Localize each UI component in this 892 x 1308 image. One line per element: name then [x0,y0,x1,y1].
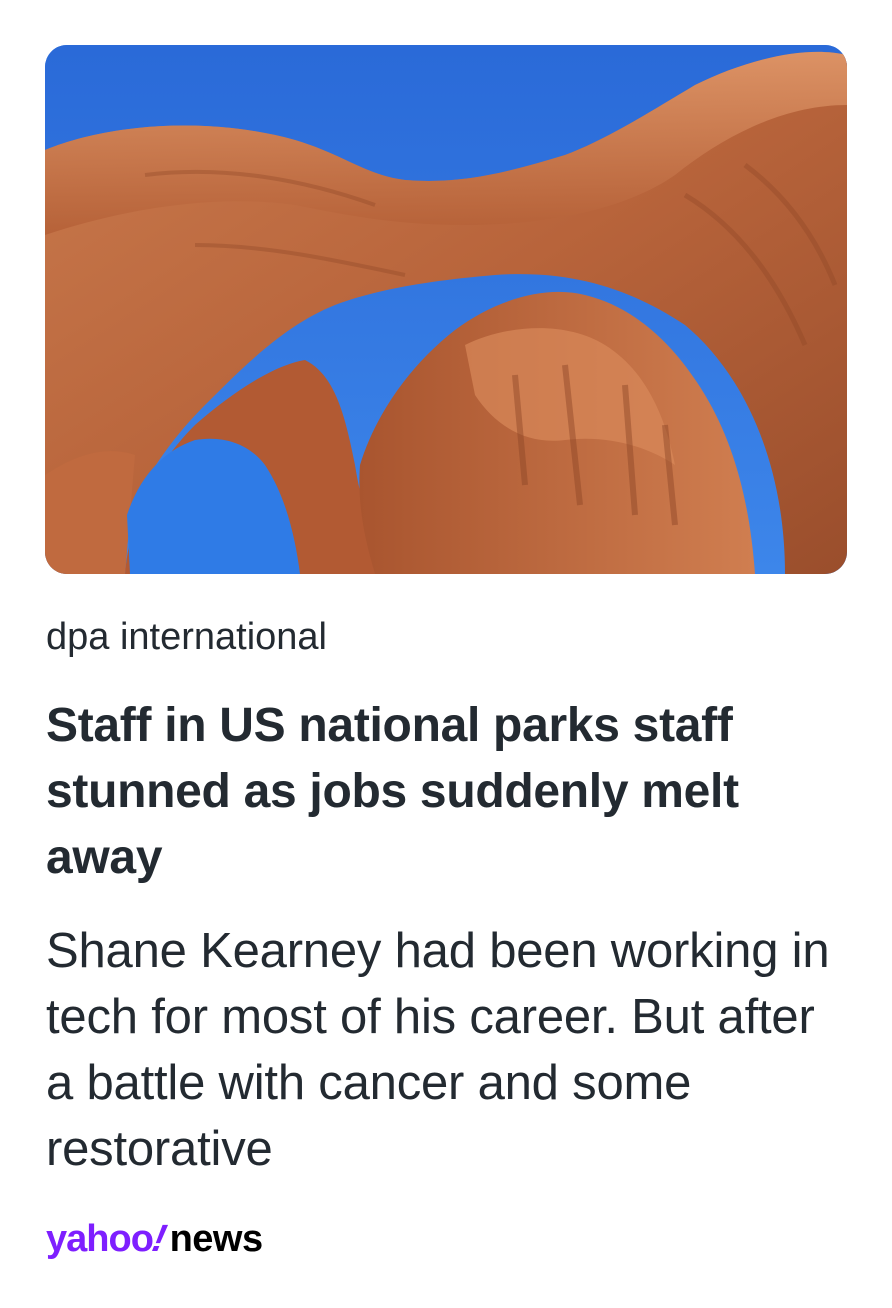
brand-news-text: news [169,1218,264,1260]
article-headline[interactable]: Staff in US national parks staff stunned… [46,693,856,891]
article-hero-image[interactable] [45,45,847,574]
brand-yahoo-text: yahoo [46,1218,154,1260]
arch-rock-image [45,45,847,574]
article-summary: Shane Kearney had been working in tech f… [46,924,830,1176]
yahoo-news-logo: yahoo ! news [46,1218,263,1264]
article-source: dpa international [46,616,327,658]
article-card[interactable]: dpa international Staff in US national p… [0,0,892,1308]
